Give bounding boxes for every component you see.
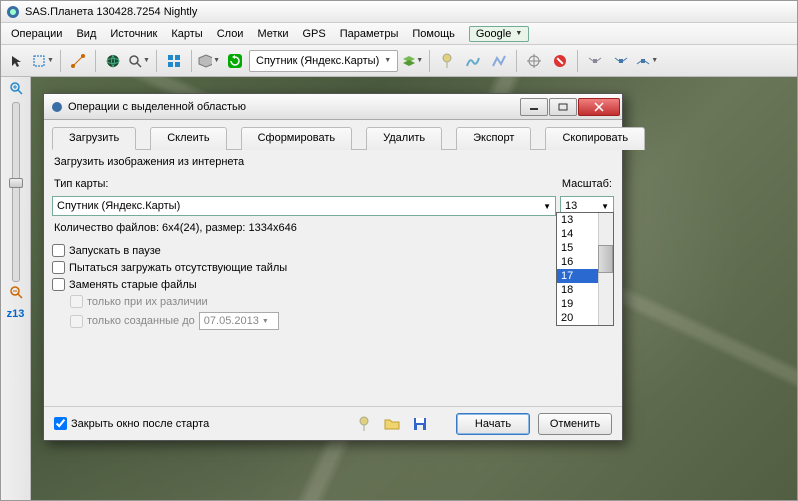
checkbox-close-after[interactable]: Закрыть окно после старта [54,417,209,430]
map-type-label: Тип карты: [52,174,550,192]
zoom-level-label: z13 [7,308,25,320]
app-title: SAS.Планета 130428.7254 Nightly [25,6,197,18]
menu-layers[interactable]: Слои [211,26,250,42]
menu-view[interactable]: Вид [70,26,102,42]
tab-download[interactable]: Загрузить [52,127,136,150]
dialog-icon [50,100,64,114]
track-button[interactable] [461,49,485,73]
stop-button[interactable] [548,49,572,73]
maximize-button[interactable] [549,98,577,116]
tab-export[interactable]: Экспорт [456,127,531,150]
dialog-body: Загрузить Склеить Сформировать Удалить Э… [44,120,622,406]
chevron-down-icon: ▼ [601,202,609,211]
dialog-tabs: Загрузить Склеить Сформировать Удалить Э… [52,126,614,150]
dialog-titlebar[interactable]: Операции с выделенной областью [44,94,622,120]
checkbox-replace-input[interactable] [52,278,65,291]
zoom-sidebar: z13 [1,77,31,500]
select-rect-button[interactable]: ▼ [31,49,55,73]
menu-maps[interactable]: Карты [165,26,208,42]
fullscreen-button[interactable] [162,49,186,73]
scale-option[interactable]: 20 [557,311,598,325]
checkbox-diff[interactable]: только при их различии [70,295,614,308]
checkbox-created-input [70,315,83,328]
menu-help[interactable]: Помощь [406,26,461,42]
sat1-button[interactable] [583,49,607,73]
tab-generate[interactable]: Сформировать [241,127,353,150]
route-button[interactable] [487,49,511,73]
dialog-footer: Закрыть окно после старта Начать Отменит… [44,406,622,440]
tab-copy[interactable]: Скопировать [545,127,645,150]
tab-delete[interactable]: Удалить [366,127,442,150]
scale-option[interactable]: 14 [557,227,598,241]
tiles-info: Количество файлов: 6x4(24), размер: 1334… [52,218,614,236]
toolbar: ▼ ▼ ▼ Спутник (Яндекс.Карты) ▼ ▼ ▼ [1,45,797,77]
scale-value: 13 [565,200,577,212]
search-provider-dropdown[interactable]: Google ▼ [469,26,529,42]
zoom-tool-button[interactable]: ▼ [127,49,151,73]
checkbox-replace[interactable]: Заменять старые файлы [52,278,614,291]
menu-params[interactable]: Параметры [334,26,405,42]
pin-button[interactable] [435,49,459,73]
scale-option[interactable]: 19 [557,297,598,311]
date-input[interactable]: 07.05.2013 ▼ [199,312,279,330]
tab-stitch[interactable]: Склеить [150,127,226,150]
close-button[interactable] [578,98,620,116]
globe-button[interactable] [101,49,125,73]
checkbox-pause-input[interactable] [52,244,65,257]
scale-dropdown-list[interactable]: 13 14 15 16 17 18 19 20 [556,212,614,326]
cache-button[interactable]: ▼ [197,49,221,73]
pin-icon-button[interactable] [354,414,374,434]
scale-option[interactable]: 18 [557,283,598,297]
checkbox-created-row: только созданные до 07.05.2013 ▼ [70,312,614,330]
scale-option[interactable]: 16 [557,255,598,269]
checkbox-close-after-input[interactable] [54,417,67,430]
menu-source[interactable]: Источник [104,26,163,42]
sat3-button[interactable]: ▼ [635,49,659,73]
layer-label: Спутник (Яндекс.Карты) [256,55,379,67]
zoom-out-button[interactable] [9,285,23,299]
checkbox-diff-input [70,295,83,308]
zoom-in-button[interactable] [9,81,23,95]
checkbox-missing-input[interactable] [52,261,65,274]
refresh-button[interactable] [223,49,247,73]
map-type-dropdown[interactable]: Спутник (Яндекс.Карты) ▼ [52,196,556,216]
scale-label: Масштаб: [554,174,614,192]
layers-button[interactable]: ▼ [400,49,424,73]
chevron-down-icon: ▼ [515,30,522,37]
dialog-title: Операции с выделенной областью [68,101,246,113]
target-button[interactable] [522,49,546,73]
scale-option-selected[interactable]: 17 [557,269,598,283]
cursor-tool-button[interactable] [5,49,29,73]
chevron-down-icon: ▼ [543,202,551,211]
zoom-thumb[interactable] [9,178,23,188]
open-folder-button[interactable] [382,414,402,434]
sat2-button[interactable] [609,49,633,73]
app-icon [5,4,21,20]
save-icon-button[interactable] [410,414,430,434]
map-type-value: Спутник (Яндекс.Карты) [57,200,180,212]
menubar: Операции Вид Источник Карты Слои Метки G… [1,23,797,45]
menu-markers[interactable]: Метки [251,26,294,42]
start-button[interactable]: Начать [456,413,530,435]
chevron-down-icon: ▼ [262,318,269,325]
menu-gps[interactable]: GPS [297,26,332,42]
scrollbar-thumb[interactable] [598,245,613,273]
app-titlebar: SAS.Планета 130428.7254 Nightly [1,1,797,23]
checkbox-created-label: только созданные до [87,315,195,327]
checkbox-pause[interactable]: Запускать в паузе [52,244,614,257]
search-provider-label: Google [476,28,511,40]
layer-dropdown[interactable]: Спутник (Яндекс.Карты) ▼ [249,50,398,72]
scale-option[interactable]: 15 [557,241,598,255]
scale-option[interactable]: 13 [557,213,598,227]
zoom-slider[interactable] [12,102,20,282]
chevron-down-icon: ▼ [384,57,391,64]
checkbox-missing[interactable]: Пытаться загружать отсутствующие тайлы [52,261,614,274]
minimize-button[interactable] [520,98,548,116]
distance-button[interactable] [66,49,90,73]
cancel-button[interactable]: Отменить [538,413,612,435]
menu-operations[interactable]: Операции [5,26,68,42]
selection-operations-dialog: Операции с выделенной областью Загрузить… [43,93,623,441]
section-label: Загрузить изображения из интернета [52,150,614,172]
